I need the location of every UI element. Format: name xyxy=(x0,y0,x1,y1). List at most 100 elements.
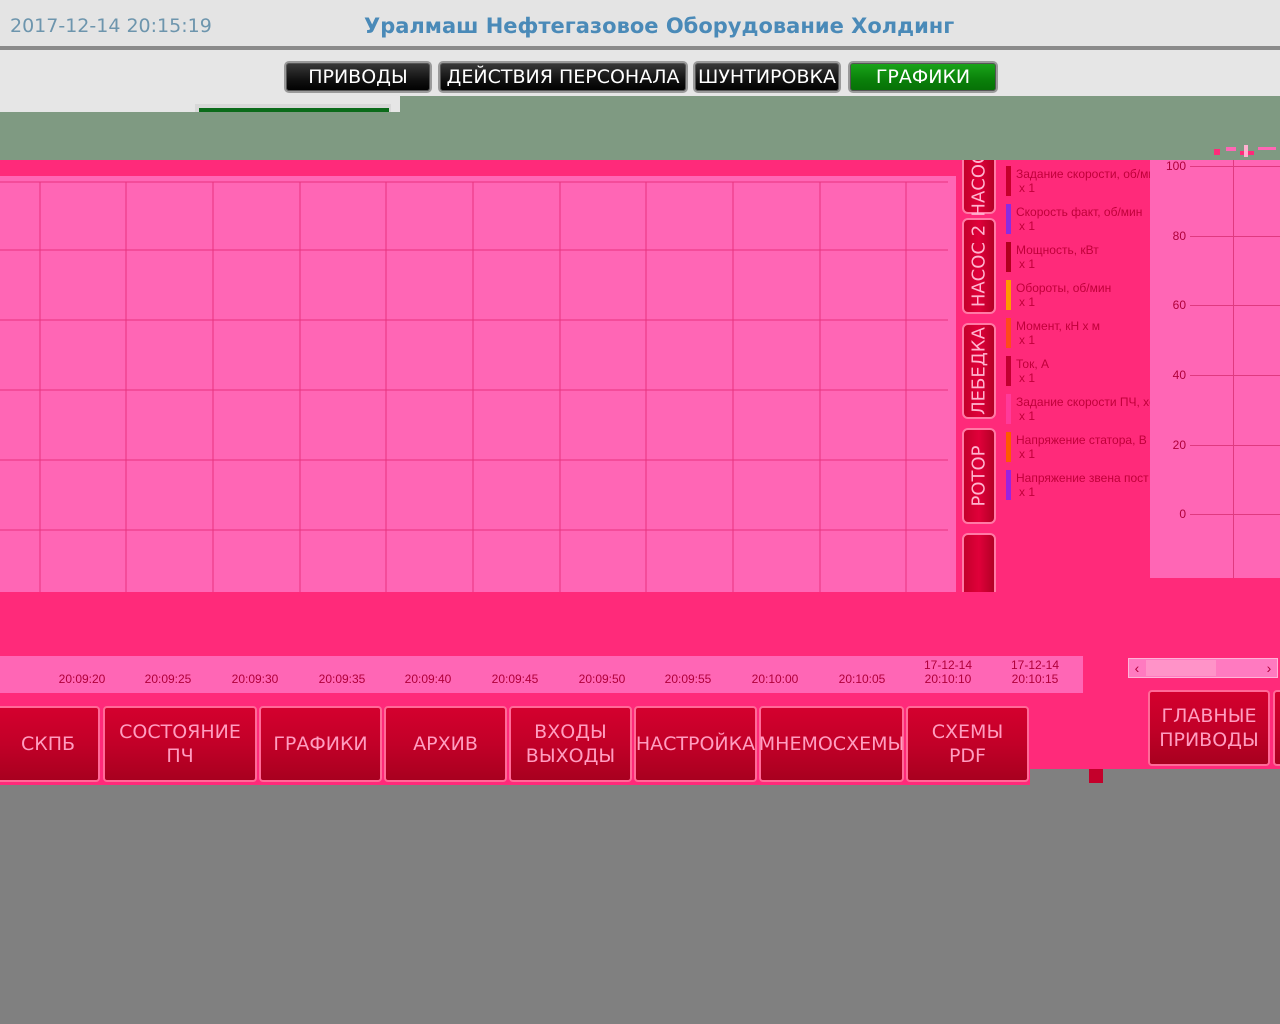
legend-series-multiplier: x 1 xyxy=(1019,409,1036,423)
y-axis-grid-line xyxy=(1190,305,1280,306)
legend-series-multiplier: x 1 xyxy=(1019,485,1036,499)
legend-item[interactable]: Момент, кН x мx 1 xyxy=(1004,314,1150,352)
time-axis-time: 20:09:20 xyxy=(58,672,106,686)
legend-series-name: Задание скорости ПЧ, xс xyxy=(1016,395,1150,409)
tab-pump-1[interactable]: НАСОС xyxy=(962,160,996,217)
time-axis-label: 20:09:20 xyxy=(50,658,114,686)
legend-item[interactable]: Задание скорости ПЧ, xс x 1 xyxy=(1004,390,1150,428)
time-axis-date xyxy=(656,658,720,672)
artifact-strip xyxy=(1214,145,1276,157)
company-title: Уралмаш Нефтегазовое Оборудование Холдин… xyxy=(364,14,955,38)
legend-item[interactable]: Напряжение статора, Вx 1 xyxy=(1004,428,1150,466)
time-axis-label: 20:09:40 xyxy=(396,658,460,686)
tab-lp[interactable]: ЛП xyxy=(962,533,996,592)
chart-lower-band xyxy=(0,592,1280,656)
y-axis-grid-line xyxy=(1190,375,1280,376)
legend-series-multiplier: x 1 xyxy=(1019,181,1036,195)
time-axis-time: 20:09:50 xyxy=(578,672,626,686)
legend-series-multiplier: x 1 xyxy=(1019,295,1036,309)
y-axis-grid-line xyxy=(1190,166,1280,167)
legend-series-multiplier: x 1 xyxy=(1019,257,1036,271)
legend-color-swatch xyxy=(1006,470,1011,500)
top-nav-staff-actions-button[interactable]: ДЕЙСТВИЯ ПЕРСОНАЛА xyxy=(438,61,688,93)
tab-pump-2-label: НАСОС 2 xyxy=(968,224,990,308)
legend-series-name: Момент, кН x м xyxy=(1016,319,1101,333)
tab-winch-label: ЛЕБЕДКА xyxy=(968,327,990,415)
legend-series-name: Ток, А xyxy=(1016,357,1049,371)
y-axis-tick-label: 80 xyxy=(1172,229,1186,243)
nav-archive-button[interactable]: АРХИВ xyxy=(384,706,507,782)
time-axis-label: 17-12-14 20:10:15 xyxy=(1003,658,1067,686)
scroll-right-icon[interactable]: › xyxy=(1260,658,1278,678)
legend-series-name: Задание скорости, об/мин xyxy=(1016,167,1150,181)
legend-item[interactable]: Обороты, об/мин x 1 xyxy=(1004,276,1150,314)
time-axis-time: 20:09:40 xyxy=(404,672,452,686)
tab-indicator-bar xyxy=(199,108,389,112)
nav-charts-button[interactable]: ГРАФИКИ xyxy=(259,706,382,782)
tab-rotor[interactable]: РОТОР xyxy=(962,428,996,524)
time-scrollbar-thumb[interactable] xyxy=(1146,660,1216,676)
legend-item[interactable]: Мощность, кВт x 1 xyxy=(1004,238,1150,276)
legend-item[interactable]: Скорость факт, об/мин x 1 xyxy=(1004,200,1150,238)
drive-tabs: НАСОС НАСОС 2 ЛЕБЕДКА РОТОР ЛП xyxy=(958,160,1000,592)
time-axis-label: 20:09:25 xyxy=(136,658,200,686)
nav-pdf-schemes-button[interactable]: СХЕМЫ PDF xyxy=(906,706,1029,782)
nav-skpb-button[interactable]: СКПБ xyxy=(0,706,100,782)
y-axis-tick-label: 20 xyxy=(1172,438,1186,452)
time-axis-date xyxy=(223,658,287,672)
legend-color-swatch xyxy=(1006,318,1011,348)
legend-color-swatch xyxy=(1006,242,1011,272)
plot-grid xyxy=(0,181,948,592)
legend-item[interactable]: Напряжение звена пост x 1 xyxy=(1004,466,1150,504)
time-axis-label: 20:09:35 xyxy=(310,658,374,686)
time-axis-time: 20:09:25 xyxy=(144,672,192,686)
tab-winch[interactable]: ЛЕБЕДКА xyxy=(962,323,996,419)
scroll-left-icon[interactable]: ‹ xyxy=(1128,658,1146,678)
y-axis-grid-line xyxy=(1233,160,1234,578)
chart-header-band xyxy=(0,112,1280,160)
legend-item[interactable]: Ток, Аx 1 xyxy=(1004,352,1150,390)
top-nav-charts-button[interactable]: ГРАФИКИ xyxy=(848,61,998,93)
top-nav-bypass-button[interactable]: ШУНТИРОВКА xyxy=(693,61,841,93)
chart-legend: Задание скорости, об/мин x 1 Скорость факт… xyxy=(1000,160,1150,592)
legend-color-swatch xyxy=(1006,394,1011,424)
time-axis-date xyxy=(570,658,634,672)
time-axis-date xyxy=(830,658,894,672)
chart-header-band-top xyxy=(400,96,1280,112)
y-axis-grid-line xyxy=(1190,514,1280,515)
time-axis-date: 17-12-14 xyxy=(923,658,973,672)
y-axis-panel-bottom xyxy=(1150,578,1280,592)
nav-drive-state-button[interactable]: СОСТОЯНИЕ ПЧ xyxy=(103,706,257,782)
nav-main-drives-button[interactable]: ГЛАВНЫЕ ПРИВОДЫ xyxy=(1148,690,1270,766)
time-axis-time: 20:10:05 xyxy=(838,672,886,686)
legend-item[interactable]: Задание скорости, об/мин x 1 xyxy=(1004,162,1150,200)
nav-extra-button[interactable] xyxy=(1273,690,1280,766)
nav-mimic-button[interactable]: МНЕМОСХЕМЫ xyxy=(759,706,904,782)
legend-series-name: Мощность, кВт xyxy=(1016,243,1099,257)
time-axis-time: 20:10:10 xyxy=(924,672,972,686)
tab-pump-2[interactable]: НАСОС 2 xyxy=(962,218,996,314)
time-axis-date xyxy=(396,658,460,672)
legend-color-swatch xyxy=(1006,280,1011,310)
time-axis-date xyxy=(743,658,807,672)
time-axis-date xyxy=(136,658,200,672)
legend-color-swatch xyxy=(1006,356,1011,386)
time-axis-label: 20:10:00 xyxy=(743,658,807,686)
tab-rotor-label: РОТОР xyxy=(968,445,990,507)
time-axis-date: 17-12-14 xyxy=(1010,658,1060,672)
time-axis-label: 20:09:45 xyxy=(483,658,547,686)
legend-series-multiplier: x 1 xyxy=(1019,371,1036,385)
time-axis-label: 20:09:55 xyxy=(656,658,720,686)
time-axis-time: 20:10:00 xyxy=(751,672,799,686)
time-axis-label: 20:09:50 xyxy=(570,658,634,686)
nav-settings-button[interactable]: НАСТРОЙКА xyxy=(634,706,757,782)
legend-series-name: Обороты, об/мин xyxy=(1016,281,1112,295)
y-axis-panel: 100 80 60 40 20 0 xyxy=(1150,159,1280,578)
nav-io-button[interactable]: ВХОДЫ ВЫХОДЫ xyxy=(509,706,632,782)
datetime-display: 2017-12-14 20:15:19 xyxy=(10,15,212,37)
top-nav-drives-button[interactable]: ПРИВОДЫ xyxy=(284,61,432,93)
y-axis-tick-label: 40 xyxy=(1172,368,1186,382)
legend-series-multiplier: x 1 xyxy=(1019,333,1036,347)
legend-color-swatch xyxy=(1006,204,1011,234)
legend-series-name: Скорость факт, об/мин xyxy=(1016,205,1143,219)
